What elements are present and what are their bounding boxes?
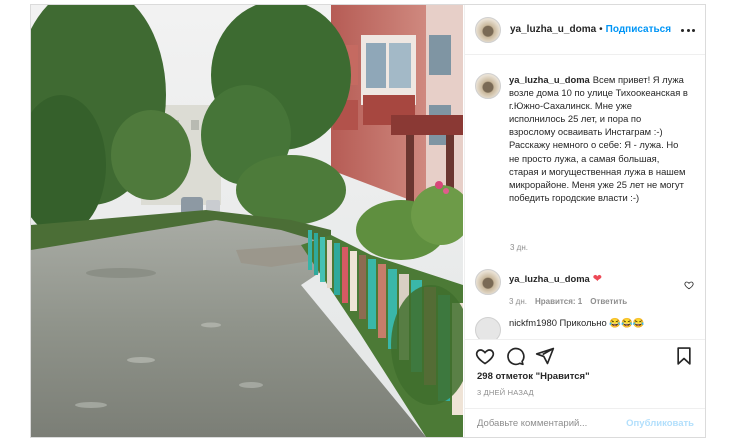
caption-age: 3 дн. <box>510 243 528 252</box>
more-options-icon[interactable] <box>681 23 695 37</box>
publish-button[interactable]: Опубликовать <box>626 418 694 429</box>
action-bar: 298 отметок "Нравится" 3 ДНЕЙ НАЗАД Опуб… <box>465 339 705 437</box>
post-date: 3 ДНЕЙ НАЗАД <box>477 388 534 397</box>
avatar[interactable] <box>475 16 501 43</box>
comment-icon[interactable] <box>505 346 525 371</box>
instagram-post: ya_luzha_u_doma • Подписаться ya_luzha_u… <box>30 4 706 438</box>
comment-avatar[interactable] <box>475 269 501 295</box>
comment-body: ya_luzha_u_doma ❤ 3 дн. Нравится: 1 Ответ… <box>509 269 627 306</box>
post-sidebar: ya_luzha_u_doma • Подписаться ya_luzha_u… <box>464 5 705 437</box>
share-icon[interactable] <box>535 346 555 371</box>
comment-like-icon[interactable] <box>684 277 694 295</box>
caption-username[interactable]: ya_luzha_u_doma <box>509 74 590 85</box>
likes-count[interactable]: 298 отметок "Нравится" <box>477 371 590 382</box>
heart-icon[interactable] <box>475 346 495 371</box>
flooded-street-image <box>31 5 463 437</box>
reply-button[interactable]: Ответить <box>590 297 627 306</box>
comment-item-partial: nickfm1980 Прикольно 😂😂😂 <box>475 317 697 339</box>
post-header: ya_luzha_u_doma • Подписаться <box>465 5 705 55</box>
comments-area[interactable]: ya_luzha_u_doma Всем привет! Я лужа возле… <box>465 55 705 339</box>
comment-meta: 3 дн. Нравится: 1 Ответить <box>509 297 627 306</box>
comment-text-2: nickfm1980 Прикольно 😂😂😂 <box>509 317 645 328</box>
separator-dot: • <box>599 24 603 35</box>
post-photo[interactable] <box>31 5 463 437</box>
comment-item: ya_luzha_u_doma ❤ 3 дн. Нравится: 1 Ответ… <box>475 269 697 306</box>
caption: ya_luzha_u_doma Всем привет! Я лужа возле… <box>475 73 697 204</box>
header-username[interactable]: ya_luzha_u_doma <box>510 24 596 35</box>
comment-avatar-2[interactable] <box>475 317 501 339</box>
bookmark-icon[interactable] <box>674 346 694 371</box>
comment-likes[interactable]: Нравится: 1 <box>535 297 582 306</box>
caption-avatar[interactable] <box>475 73 501 99</box>
caption-body: Всем привет! Я лужа возле дома 10 по ули… <box>509 74 688 203</box>
caption-text: ya_luzha_u_doma Всем привет! Я лужа возле… <box>509 73 689 204</box>
comment-input[interactable] <box>477 418 617 429</box>
comment-age: 3 дн. <box>509 297 527 306</box>
follow-button[interactable]: Подписаться <box>606 24 671 35</box>
add-comment-bar: Опубликовать <box>465 408 705 437</box>
comment-username[interactable]: ya_luzha_u_doma <box>509 273 590 284</box>
heart-emoji: ❤ <box>592 273 602 285</box>
action-icons <box>475 346 555 371</box>
